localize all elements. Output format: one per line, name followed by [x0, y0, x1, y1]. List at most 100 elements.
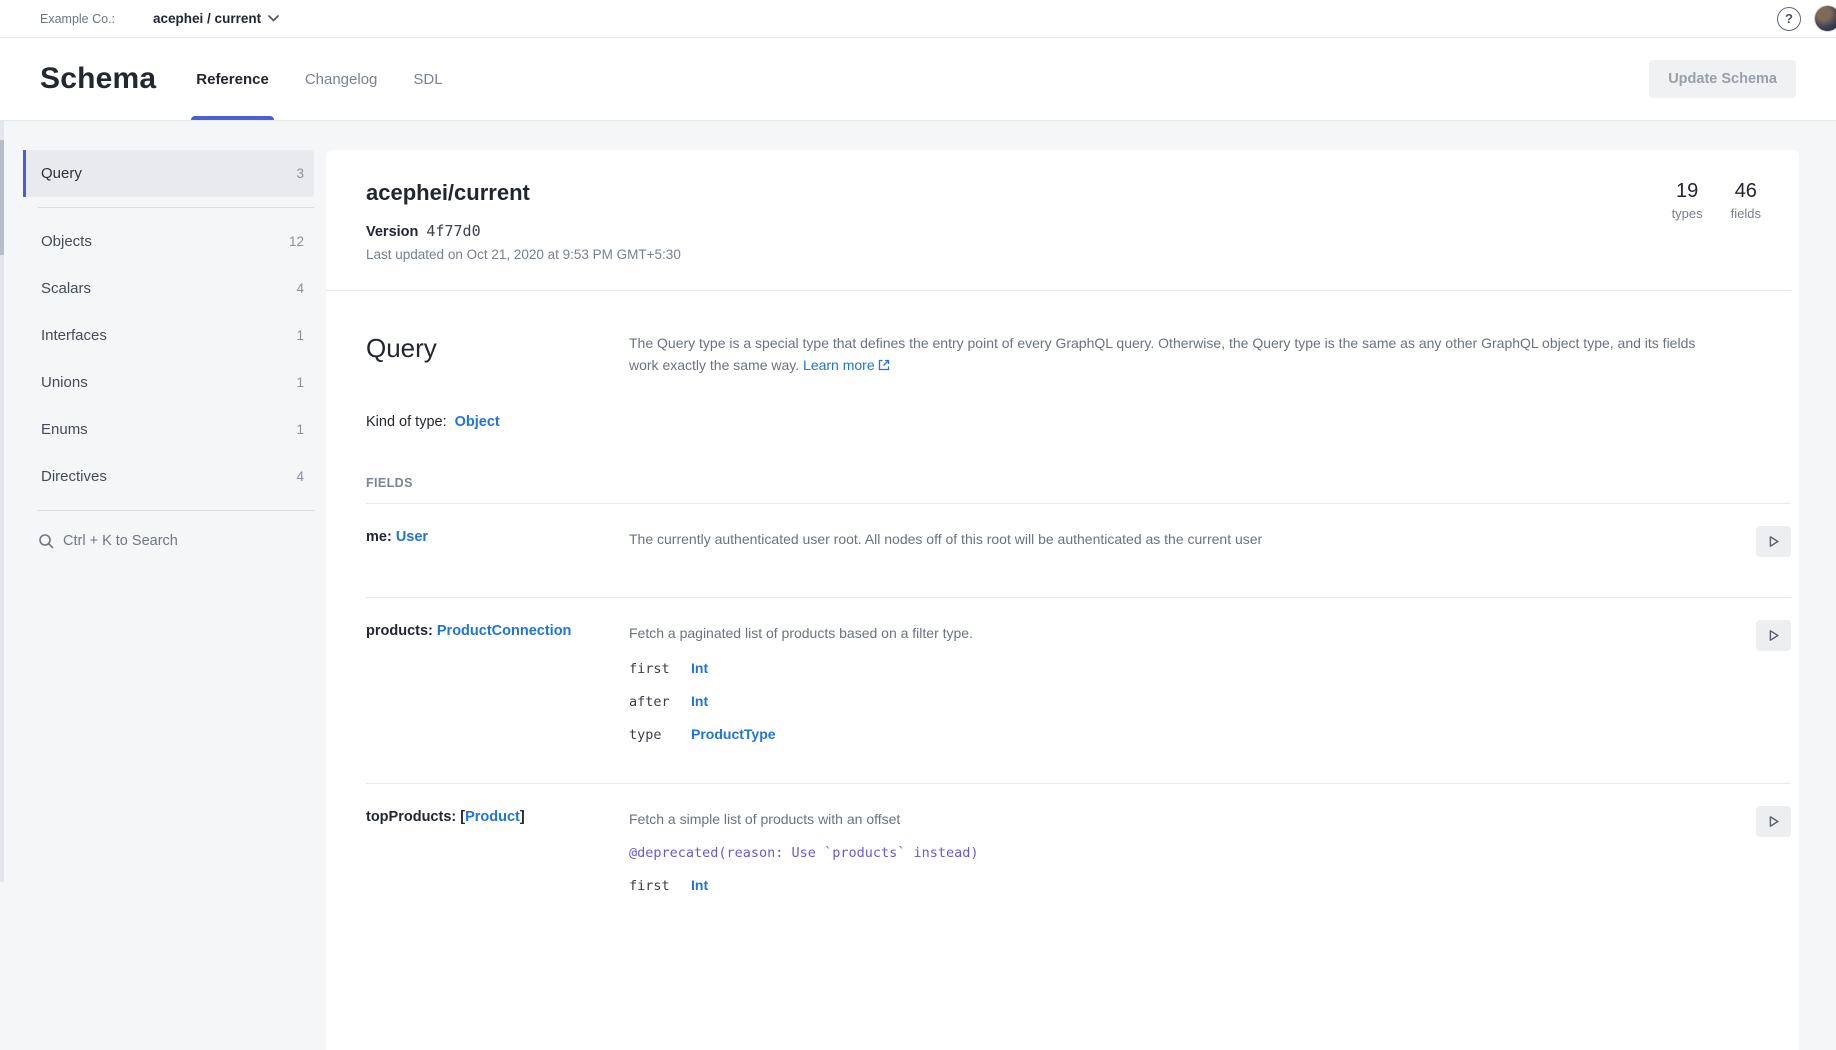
- type-section-query: Query The Query type is a special type t…: [366, 291, 1791, 921]
- scrollbar-thumb[interactable]: [0, 140, 4, 255]
- run-field-button[interactable]: [1756, 806, 1791, 837]
- search-hint: Ctrl + K to Search: [63, 533, 178, 549]
- learn-more-label: Learn more: [803, 357, 875, 373]
- type-description-text: The Query type is a special type that de…: [629, 335, 1695, 373]
- arg-row: first Int: [629, 660, 1739, 677]
- arg-name: first: [629, 878, 677, 894]
- sidebar-item-count: 1: [296, 422, 304, 437]
- field-description: The currently authenticated user root. A…: [629, 529, 1739, 550]
- page-header: Schema Reference Changelog SDL Update Sc…: [0, 38, 1836, 120]
- arg-name: after: [629, 694, 677, 710]
- sidebar-item-count: 4: [296, 281, 304, 296]
- sidebar-item-label: Enums: [41, 421, 88, 438]
- page-scrollbar[interactable]: [0, 120, 4, 882]
- play-icon: [1766, 534, 1781, 549]
- sidebar-item-unions[interactable]: Unions 1: [23, 359, 314, 406]
- arg-type-link[interactable]: ProductType: [691, 726, 776, 742]
- sidebar-item-count: 1: [296, 375, 304, 390]
- stat-fields: 46 fields: [1731, 180, 1761, 262]
- arg-type-link[interactable]: Int: [691, 877, 708, 893]
- stat-label: fields: [1731, 206, 1761, 221]
- field-args: first Int after Int type ProductType: [629, 660, 1739, 743]
- external-link-icon: [878, 359, 890, 371]
- play-icon: [1766, 628, 1781, 643]
- field-type-suffix: ]: [520, 809, 525, 825]
- learn-more-link[interactable]: Learn more: [803, 357, 890, 373]
- version-label: Version: [366, 224, 418, 240]
- tab-sdl[interactable]: SDL: [413, 38, 442, 120]
- schema-stats: 19 types 46 fields: [1672, 180, 1761, 262]
- field-args: first Int: [629, 877, 1739, 894]
- run-field-button[interactable]: [1756, 526, 1791, 557]
- field-name-text: products:: [366, 623, 433, 639]
- update-schema-button[interactable]: Update Schema: [1649, 60, 1796, 98]
- type-description: The Query type is a special type that de…: [629, 333, 1739, 376]
- avatar[interactable]: [1814, 5, 1836, 32]
- field-name-text: topProducts:: [366, 809, 456, 825]
- sidebar-item-count: 3: [296, 166, 304, 181]
- sidebar-item-label: Query: [41, 165, 82, 182]
- sidebar-item-interfaces[interactable]: Interfaces 1: [23, 312, 314, 359]
- graph-title: acephei/current: [366, 180, 681, 206]
- help-icon[interactable]: ?: [1777, 7, 1801, 31]
- field-description: Fetch a paginated list of products based…: [629, 623, 1739, 644]
- field-type-link[interactable]: Product: [465, 809, 520, 825]
- arg-type-link[interactable]: Int: [691, 660, 708, 676]
- field-type-link[interactable]: ProductConnection: [437, 623, 572, 639]
- sidebar-item-directives[interactable]: Directives 4: [23, 453, 314, 500]
- sidebar-item-scalars[interactable]: Scalars 4: [23, 265, 314, 312]
- org-label: Example Co.:: [40, 12, 115, 26]
- field-description: Fetch a simple list of products with an …: [629, 809, 1739, 830]
- field-row-products: products: ProductConnection Fetch a pagi…: [366, 598, 1791, 770]
- kind-of-type: Kind of type: Object: [366, 414, 1791, 430]
- arg-name: first: [629, 661, 677, 677]
- arg-type-link[interactable]: Int: [691, 693, 708, 709]
- tab-bar: Reference Changelog SDL: [196, 38, 442, 120]
- page-title: Schema: [40, 62, 156, 96]
- sidebar-item-query[interactable]: Query 3: [23, 150, 314, 197]
- page-body: Query 3 Objects 12 Scalars 4 Interfaces …: [0, 120, 1836, 882]
- stat-types: 19 types: [1672, 180, 1703, 262]
- arg-name: type: [629, 727, 677, 743]
- field-type-link[interactable]: User: [396, 529, 428, 545]
- sidebar-item-label: Interfaces: [41, 327, 107, 344]
- sidebar-item-count: 1: [296, 328, 304, 343]
- sidebar-item-enums[interactable]: Enums 1: [23, 406, 314, 453]
- kind-value-link[interactable]: Object: [455, 414, 500, 430]
- graph-selector-label: acephei / current: [153, 11, 261, 26]
- graph-selector[interactable]: acephei / current: [153, 11, 279, 26]
- arg-row: after Int: [629, 693, 1739, 710]
- field-name-text: me:: [366, 529, 392, 545]
- sidebar-item-label: Objects: [41, 233, 92, 250]
- version-hash: 4f77d0: [426, 222, 480, 240]
- field-name: me: User: [366, 529, 629, 557]
- tab-changelog[interactable]: Changelog: [305, 38, 378, 120]
- chevron-down-icon: [268, 15, 279, 22]
- stat-label: types: [1672, 206, 1703, 221]
- play-icon: [1766, 814, 1781, 829]
- sidebar-divider: [38, 207, 314, 208]
- deprecated-directive: @deprecated(reason: Use `products` inste…: [629, 845, 1739, 861]
- sidebar-item-objects[interactable]: Objects 12: [23, 218, 314, 265]
- kind-label: Kind of type:: [366, 414, 447, 430]
- fields-heading: FIELDS: [366, 476, 1791, 490]
- schema-search[interactable]: Ctrl + K to Search: [23, 533, 314, 549]
- field-row-me: me: User The currently authenticated use…: [366, 504, 1791, 584]
- sidebar: Query 3 Objects 12 Scalars 4 Interfaces …: [23, 150, 314, 882]
- run-field-button[interactable]: [1756, 620, 1791, 651]
- sidebar-item-label: Directives: [41, 468, 107, 485]
- schema-reference-card: acephei/current Version 4f77d0 Last upda…: [326, 150, 1799, 1050]
- sidebar-item-label: Scalars: [41, 280, 91, 297]
- sidebar-item-count: 12: [289, 234, 304, 249]
- stat-value: 46: [1731, 180, 1761, 203]
- arg-row: type ProductType: [629, 726, 1739, 743]
- tab-reference[interactable]: Reference: [196, 38, 269, 120]
- field-name: products: ProductConnection: [366, 623, 629, 743]
- type-header-row: Query The Query type is a special type t…: [366, 333, 1791, 376]
- search-icon: [38, 533, 54, 549]
- topbar: Example Co.: acephei / current ?: [0, 0, 1836, 38]
- stat-value: 19: [1672, 180, 1703, 203]
- field-row-topproducts: topProducts: [Product] Fetch a simple li…: [366, 784, 1791, 921]
- last-updated: Last updated on Oct 21, 2020 at 9:53 PM …: [366, 247, 681, 262]
- sidebar-item-label: Unions: [41, 374, 88, 391]
